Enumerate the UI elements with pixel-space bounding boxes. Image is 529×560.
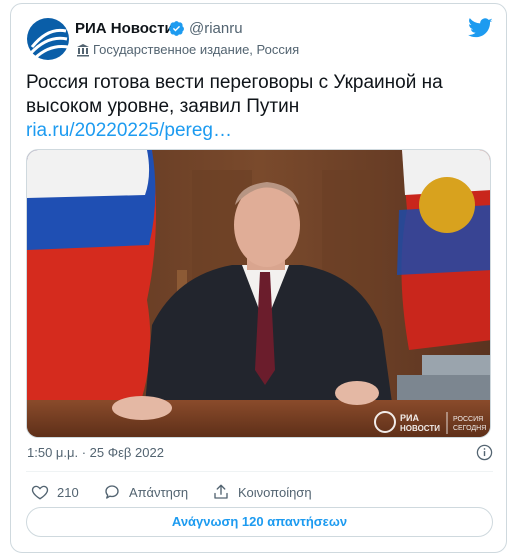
info-icon[interactable] — [476, 444, 493, 461]
like-button[interactable]: 210 — [31, 481, 79, 503]
tweet-text: Россия готова вести переговоры с Украино… — [26, 72, 443, 117]
author-handle[interactable]: @rianru — [189, 20, 243, 37]
government-building-icon — [77, 44, 89, 57]
watermark-segodnya: СЕГОДНЯ — [453, 425, 486, 432]
reply-label: Απάντηση — [129, 484, 189, 500]
tweet-embed-card[interactable]: РИА Новости @rianru Государственное изда… — [10, 3, 507, 553]
ria-logo-icon[interactable] — [26, 17, 70, 61]
twitter-bird-icon[interactable] — [468, 18, 493, 39]
heart-icon — [31, 485, 49, 500]
read-replies-button[interactable]: Ανάγνωση 120 απαντήσεων — [26, 507, 493, 537]
author-name[interactable]: РИА Новости — [75, 20, 174, 37]
like-count: 210 — [57, 484, 79, 500]
tweet-timestamp[interactable]: 1:50 μ.μ. · 25 Φεβ 2022 — [27, 445, 164, 460]
tweet-photo[interactable]: РИА НОВОСТИ РОССИЯ СЕГОДНЯ — [26, 149, 491, 438]
tweet-link[interactable]: ria.ru/20220225/pereg… — [26, 119, 232, 143]
watermark-ria: РИА — [400, 413, 419, 423]
watermark-rossiya: РОССИЯ — [453, 416, 483, 423]
share-label: Κοινοποίηση — [238, 484, 312, 500]
share-button[interactable]: Κοινοποίηση — [212, 481, 312, 503]
government-label: Государственное издание, Россия — [93, 42, 300, 57]
divider — [26, 471, 493, 472]
share-icon — [214, 484, 228, 499]
reply-bubble-icon — [105, 485, 119, 499]
watermark-novosti: НОВОСТИ — [400, 424, 440, 433]
reply-button[interactable]: Απάντηση — [103, 481, 188, 503]
verified-badge-icon — [169, 21, 184, 36]
